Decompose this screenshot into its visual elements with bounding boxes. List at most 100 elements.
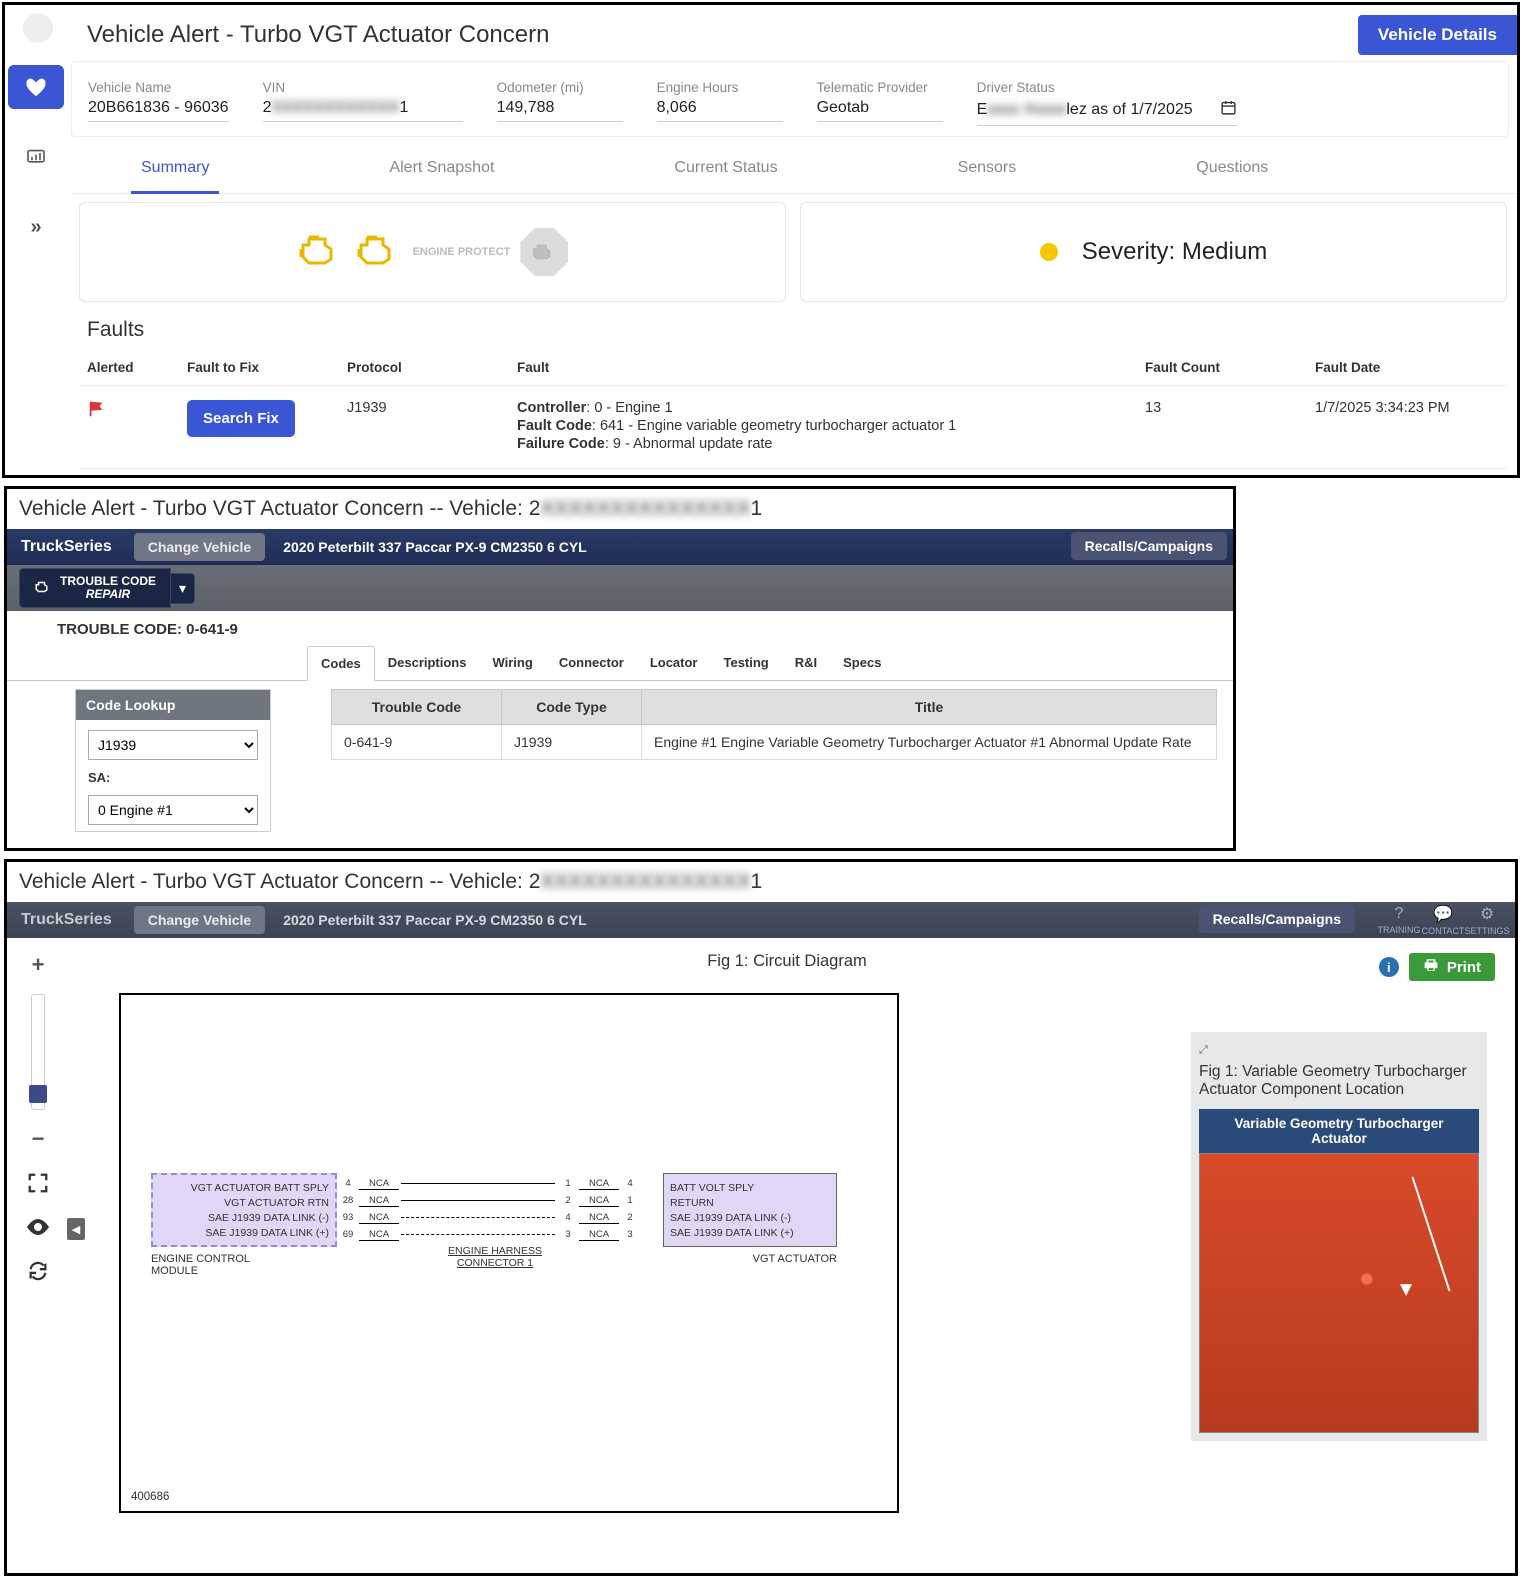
field-odometer: Odometer (mi) 149,788	[497, 80, 623, 126]
zoom-slider[interactable]	[31, 994, 45, 1110]
refresh-icon[interactable]	[23, 1256, 53, 1286]
vgt-label: VGT ACTUATOR	[753, 1253, 837, 1265]
diagram-area: ◀ Fig 1: Circuit Diagram i Print VGT ACT…	[69, 938, 1515, 1573]
diag-tab-wiring[interactable]: Wiring	[479, 646, 545, 680]
alert-title: Vehicle Alert - Turbo VGT Actuator Conce…	[87, 21, 549, 49]
faults-heading: Faults	[71, 302, 1517, 350]
collapse-panel-icon[interactable]: ◀	[67, 1218, 85, 1240]
diag-tab-locator[interactable]: Locator	[637, 646, 711, 680]
engine-icon	[34, 580, 52, 597]
tab-questions[interactable]: Questions	[1156, 143, 1308, 193]
training-icon[interactable]: ?TRAINING	[1377, 902, 1421, 938]
change-vehicle-button[interactable]: Change Vehicle	[134, 906, 265, 934]
ts-icon-bar: ?TRAINING 💬CONTACT ⚙SETTINGS	[1377, 902, 1509, 938]
search-fix-button[interactable]: Search Fix	[187, 400, 295, 437]
value: 20B661836 - 96036	[88, 99, 229, 122]
severity-text: Severity: Medium	[1082, 238, 1267, 266]
zoom-out-icon[interactable]: −	[23, 1124, 53, 1154]
nav-expand-icon[interactable]: »	[8, 205, 64, 249]
tab-current-status[interactable]: Current Status	[634, 143, 817, 193]
severity-card: Severity: Medium	[800, 202, 1507, 302]
sa-select[interactable]: 0 Engine #1	[88, 795, 258, 825]
col-trouble-code: Trouble Code	[332, 690, 502, 725]
diag-tab-descriptions[interactable]: Descriptions	[375, 646, 480, 680]
contact-icon[interactable]: 💬CONTACT	[1421, 902, 1465, 938]
truckseries-bar: TruckSeries Change Vehicle 2020 Peterbil…	[7, 529, 1233, 565]
nav-dashboard-icon[interactable]	[8, 135, 64, 179]
trouble-code-repair-button[interactable]: TROUBLE CODEREPAIR	[19, 568, 171, 608]
change-vehicle-button[interactable]: Change Vehicle	[134, 533, 265, 561]
expand-icon[interactable]: ⤢	[1199, 1044, 1208, 1056]
diag-tab-testing[interactable]: Testing	[710, 646, 781, 680]
panel2-title: Vehicle Alert - Turbo VGT Actuator Conce…	[7, 489, 1233, 529]
print-label: Print	[1447, 959, 1481, 976]
repair-bar: TROUBLE CODEREPAIR ▾	[7, 565, 1233, 611]
visibility-icon[interactable]	[23, 1212, 53, 1242]
tab-alert-snapshot[interactable]: Alert Snapshot	[349, 143, 534, 193]
diag-tab-connector[interactable]: Connector	[546, 646, 637, 680]
vgt-box: BATT VOLT SPLY RETURN SAE J1939 DATA LIN…	[663, 1173, 837, 1247]
printer-icon	[1423, 958, 1439, 976]
print-button[interactable]: Print	[1409, 953, 1495, 981]
col-title: Title	[642, 690, 1217, 725]
wire-area: 4NCA1NCA4 28NCA2NCA1 93NCA4NCA2 69NCA3NC…	[337, 1175, 641, 1243]
vehicle-details-button[interactable]: Vehicle Details	[1358, 15, 1517, 55]
reference-card[interactable]: ⤢ Fig 1: Variable Geometry Turbocharger …	[1191, 1032, 1487, 1441]
stop-icon	[520, 228, 568, 276]
viewer-tool-rail: + −	[7, 938, 69, 1573]
label: VIN	[263, 80, 463, 95]
truckseries-brand: TruckSeries	[7, 538, 126, 556]
cell-date: 1/7/2025 3:34:23 PM	[1307, 386, 1507, 469]
settings-icon[interactable]: ⚙SETTINGS	[1465, 902, 1509, 938]
value: 8,066	[657, 99, 783, 122]
recalls-button[interactable]: Recalls/Campaigns	[1199, 905, 1355, 933]
col-date: Fault Date	[1307, 350, 1507, 386]
trouble-code-label: TROUBLE CODE: 0-641-9	[7, 611, 1233, 646]
col-count: Fault Count	[1137, 350, 1307, 386]
diag-tab-codes[interactable]: Codes	[307, 646, 375, 681]
tab-summary[interactable]: Summary	[101, 143, 249, 193]
col-fault: Fault	[509, 350, 1137, 386]
panel3-title: Vehicle Alert - Turbo VGT Actuator Conce…	[7, 862, 1515, 902]
diag-tab-ri[interactable]: R&I	[782, 646, 830, 680]
circuit-diagram[interactable]: VGT ACTUATOR BATT SPLY VGT ACTUATOR RTN …	[119, 993, 899, 1513]
repair-dropdown-icon[interactable]: ▾	[171, 573, 195, 604]
ecm-label: ENGINE CONTROL MODULE	[151, 1253, 271, 1277]
alert-panel: » Vehicle Alert - Turbo VGT Actuator Con…	[2, 2, 1520, 478]
nav-health-icon[interactable]	[8, 65, 64, 109]
fullscreen-icon[interactable]	[23, 1168, 53, 1198]
tab-sensors[interactable]: Sensors	[918, 143, 1057, 193]
calendar-icon[interactable]	[1220, 99, 1237, 121]
field-vin: VIN 2XXXXXXXXXXXX1	[263, 80, 463, 126]
check-engine-icon	[297, 233, 345, 272]
col-protocol: Protocol	[339, 350, 509, 386]
truckseries-brand: TruckSeries	[7, 911, 126, 929]
tab-bar: Summary Alert Snapshot Current Status Se…	[71, 143, 1517, 194]
label: Driver Status	[977, 80, 1237, 95]
recalls-button[interactable]: Recalls/Campaigns	[1071, 532, 1227, 560]
fault-row: Search Fix J1939 Controller: 0 - Engine …	[79, 386, 1507, 469]
vehicle-info-row: Vehicle Name 20B661836 - 96036 VIN 2XXXX…	[71, 61, 1509, 137]
engine-icons: ENGINE PROTECT	[297, 228, 569, 276]
ecm-box: VGT ACTUATOR BATT SPLY VGT ACTUATOR RTN …	[151, 1173, 337, 1247]
label: Engine Hours	[657, 80, 783, 95]
zoom-thumb[interactable]	[29, 1085, 47, 1103]
protocol-select[interactable]: J1939	[88, 730, 258, 760]
field-engine-hours: Engine Hours 8,066	[657, 80, 783, 126]
status-cards: ENGINE PROTECT Severity: Medium	[71, 194, 1517, 302]
zoom-in-icon[interactable]: +	[23, 950, 53, 980]
value: Exxxx Xxxxxlez as of 1/7/2025	[977, 99, 1237, 126]
field-telematic-provider: Telematic Provider Geotab	[817, 80, 943, 126]
harness-label: ENGINE HARNESS CONNECTOR 1	[437, 1245, 553, 1269]
diag-tab-specs[interactable]: Specs	[830, 646, 894, 680]
engine-protect-label: ENGINE PROTECT	[413, 246, 511, 258]
info-icon[interactable]: i	[1379, 957, 1399, 977]
left-nav-rail: »	[7, 7, 65, 249]
cell-code: 0-641-9	[332, 725, 502, 760]
cell-type: J1939	[502, 725, 642, 760]
code-lookup-panel: Code Lookup J1939 SA: 0 Engine #1	[75, 689, 271, 832]
avatar-icon[interactable]	[23, 13, 53, 43]
tc-row[interactable]: 0-641-9 J1939 Engine #1 Engine Variable …	[332, 725, 1217, 760]
truckseries-bar: TruckSeries Change Vehicle 2020 Peterbil…	[7, 902, 1515, 938]
reference-caption: Fig 1: Variable Geometry Turbocharger Ac…	[1199, 1063, 1479, 1099]
